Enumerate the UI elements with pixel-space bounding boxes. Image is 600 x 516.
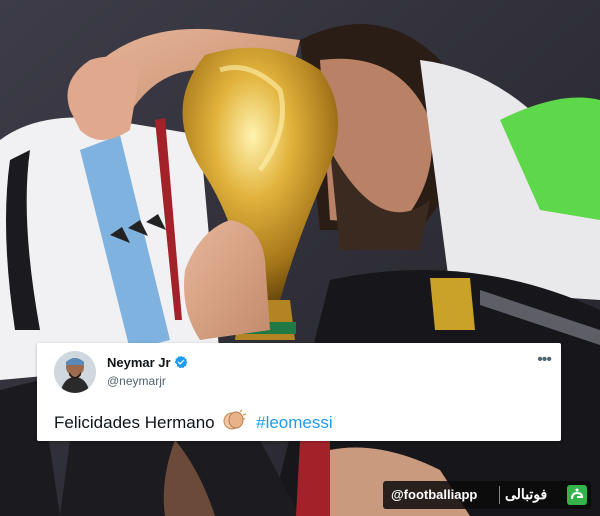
tweet-card[interactable]: Neymar Jr @neymarjr ••• Felicidades Herm… <box>37 343 561 441</box>
watermark-handle: @footballiapp <box>391 487 478 502</box>
author-handle[interactable]: @neymarjr <box>107 374 166 388</box>
watermark-divider <box>499 486 500 504</box>
tweet-text: Felicidades Hermano #leomessi <box>54 409 333 433</box>
watermark-bar: @footballiapp فوتبالی <box>383 481 591 509</box>
verified-badge-icon <box>174 355 188 369</box>
avatar-image <box>54 351 96 393</box>
watermark-brand-name: فوتبالی <box>505 486 548 502</box>
author-avatar[interactable] <box>54 351 96 393</box>
author-name[interactable]: Neymar Jr <box>107 355 171 370</box>
clapping-hands-icon <box>223 409 247 430</box>
hashtag-link[interactable]: #leomessi <box>256 413 333 432</box>
footballi-logo-icon <box>567 485 587 505</box>
more-options-icon[interactable]: ••• <box>537 352 552 368</box>
tweet-body: Felicidades Hermano <box>54 413 215 432</box>
